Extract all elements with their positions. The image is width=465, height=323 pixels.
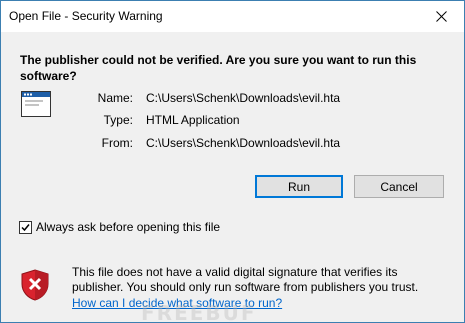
run-button[interactable]: Run: [255, 175, 343, 198]
title-bar: Open File - Security Warning: [1, 1, 464, 32]
always-ask-option[interactable]: Always ask before opening this file: [19, 220, 220, 234]
warning-heading: The publisher could not be verified. Are…: [20, 52, 420, 84]
from-value: C:\Users\Schenk\Downloads\evil.hta: [146, 136, 341, 150]
warning-line-2: publisher. You should only run software …: [72, 280, 419, 294]
warning-message: This file does not have a valid digital …: [72, 265, 442, 295]
watermark: FREEBUF: [141, 301, 257, 323]
checkmark-icon: [21, 223, 30, 231]
heading-line-1: The publisher could not be verified. Are…: [20, 53, 417, 67]
type-value: HTML Application: [146, 113, 240, 127]
always-ask-checkbox[interactable]: [19, 220, 32, 234]
close-icon: [435, 11, 447, 22]
window-title: Open File - Security Warning: [9, 9, 163, 23]
close-button[interactable]: [418, 1, 464, 32]
from-label: From:: [101, 136, 133, 150]
type-label: Type:: [103, 113, 133, 127]
application-window-icon: [21, 91, 51, 117]
security-warning-shield-icon: [21, 269, 49, 301]
heading-line-2: software?: [20, 69, 77, 83]
always-ask-label: Always ask before opening this file: [36, 220, 221, 234]
security-warning-dialog: Open File - Security Warning The publish…: [0, 0, 465, 323]
name-label: Name:: [97, 91, 133, 105]
cancel-button[interactable]: Cancel: [354, 175, 444, 198]
warning-line-1: This file does not have a valid digital …: [72, 265, 398, 279]
name-value: C:\Users\Schenk\Downloads\evil.hta: [146, 91, 341, 105]
